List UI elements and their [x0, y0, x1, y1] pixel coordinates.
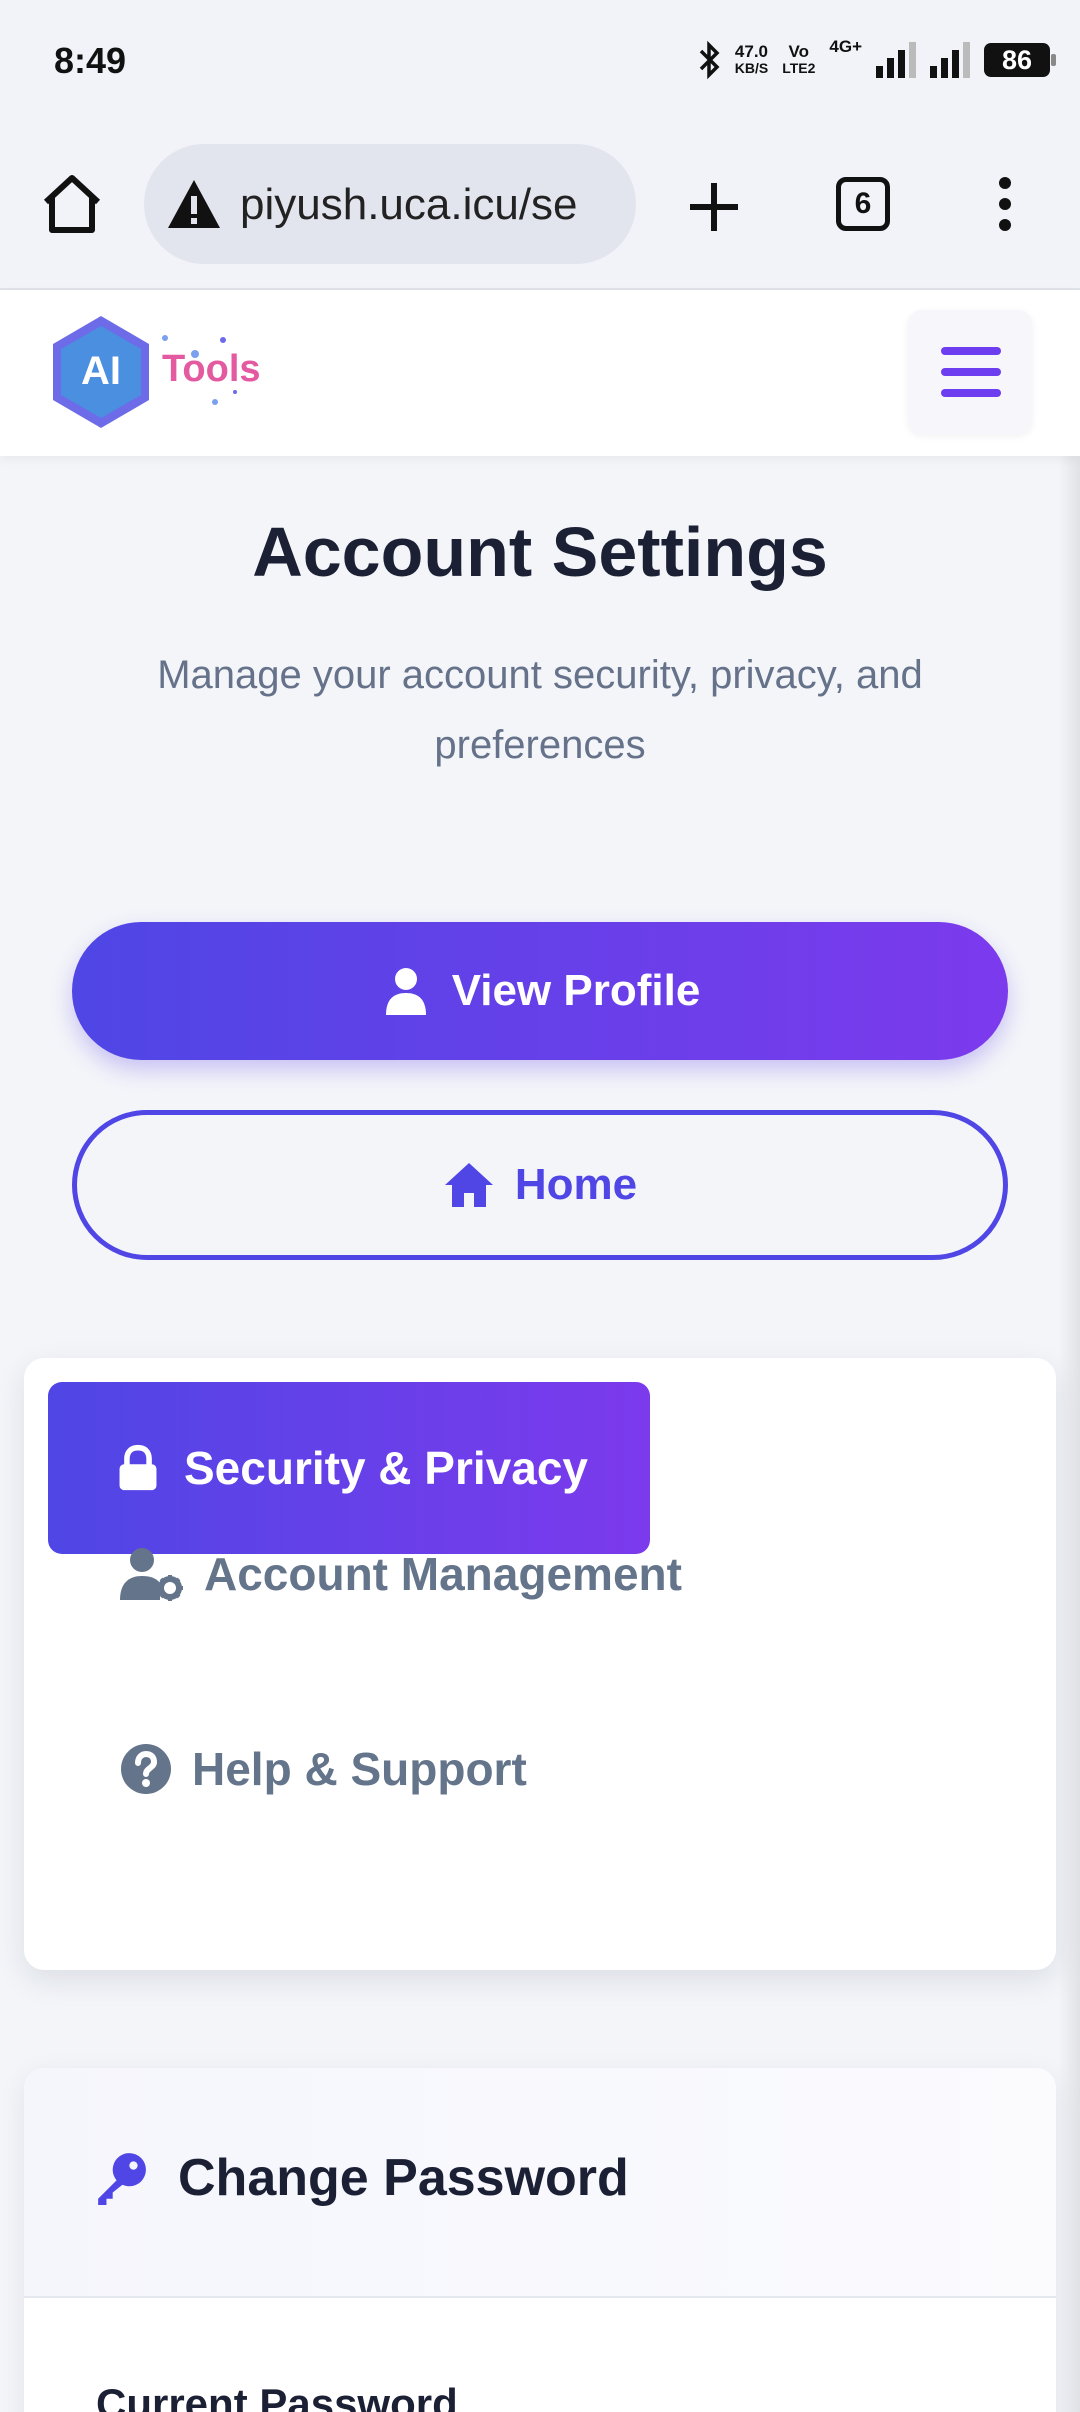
current-password-label: Current Password [96, 2380, 458, 2412]
nav-item-label: Help & Support [192, 1743, 527, 1795]
browser-toolbar: piyush.uca.icu/se 6 [0, 125, 1080, 290]
change-password-card: Change Password Current Password [24, 2068, 1056, 2412]
page-edge-shadow [1058, 456, 1080, 2412]
change-password-header: Change Password [24, 2068, 1056, 2298]
browser-menu-icon[interactable] [990, 177, 1020, 237]
question-circle-icon [121, 1744, 171, 1794]
network-type: 4G+ [829, 37, 862, 56]
new-tab-icon[interactable] [680, 173, 748, 241]
signal-bars-1-icon [876, 42, 916, 78]
home-icon [444, 1163, 493, 1207]
status-icons: 47.0 KB/S Vo LTE2 4G+ 86 [697, 37, 1056, 82]
browser-home-icon[interactable] [38, 170, 106, 238]
volte-indicator: Vo LTE2 [782, 42, 816, 76]
view-profile-button[interactable]: View Profile [72, 922, 1008, 1060]
nav-item-help-support[interactable]: Help & Support [120, 1742, 527, 1796]
user-icon [385, 968, 426, 1015]
site-header: AI Tools [0, 290, 1080, 456]
change-password-title: Change Password [94, 2148, 629, 2208]
logo-text: Tools [162, 348, 261, 390]
url-text[interactable]: piyush.uca.icu/se [240, 180, 578, 230]
nav-item-label: Account Management [204, 1548, 682, 1600]
home-label: Home [514, 1160, 638, 1209]
view-profile-label: View Profile [451, 966, 701, 1015]
battery-indicator: 86 [984, 43, 1056, 77]
page-title: Account Settings [252, 513, 828, 591]
change-password-label: Change Password [178, 2149, 629, 2207]
lock-icon [119, 1444, 157, 1491]
warning-icon[interactable] [166, 176, 222, 232]
nav-item-account-management[interactable]: Account Management [120, 1546, 682, 1602]
status-bar: 8:49 47.0 KB/S Vo LTE2 4G+ 86 [0, 0, 1080, 125]
hamburger-menu-icon[interactable] [908, 310, 1032, 434]
settings-nav: Security & Privacy Account Management He… [24, 1358, 1056, 1970]
bluetooth-icon [699, 40, 720, 80]
svg-text:AI: AI [81, 349, 121, 393]
user-gear-icon [120, 1548, 183, 1601]
address-bar[interactable]: piyush.uca.icu/se [144, 144, 636, 264]
nav-item-label: Security & Privacy [184, 1442, 589, 1494]
tab-switcher-button[interactable]: 6 [836, 177, 890, 231]
page-subtitle: Manage your account security, privacy, a… [157, 653, 923, 767]
key-icon [98, 2153, 146, 2205]
net-speed: 47.0 KB/S [734, 42, 769, 76]
signal-bars-2-icon [930, 42, 970, 78]
home-button[interactable]: Home [72, 1110, 1008, 1260]
status-time: 8:49 [54, 40, 127, 81]
nav-item-security-privacy[interactable]: Security & Privacy [48, 1382, 650, 1554]
